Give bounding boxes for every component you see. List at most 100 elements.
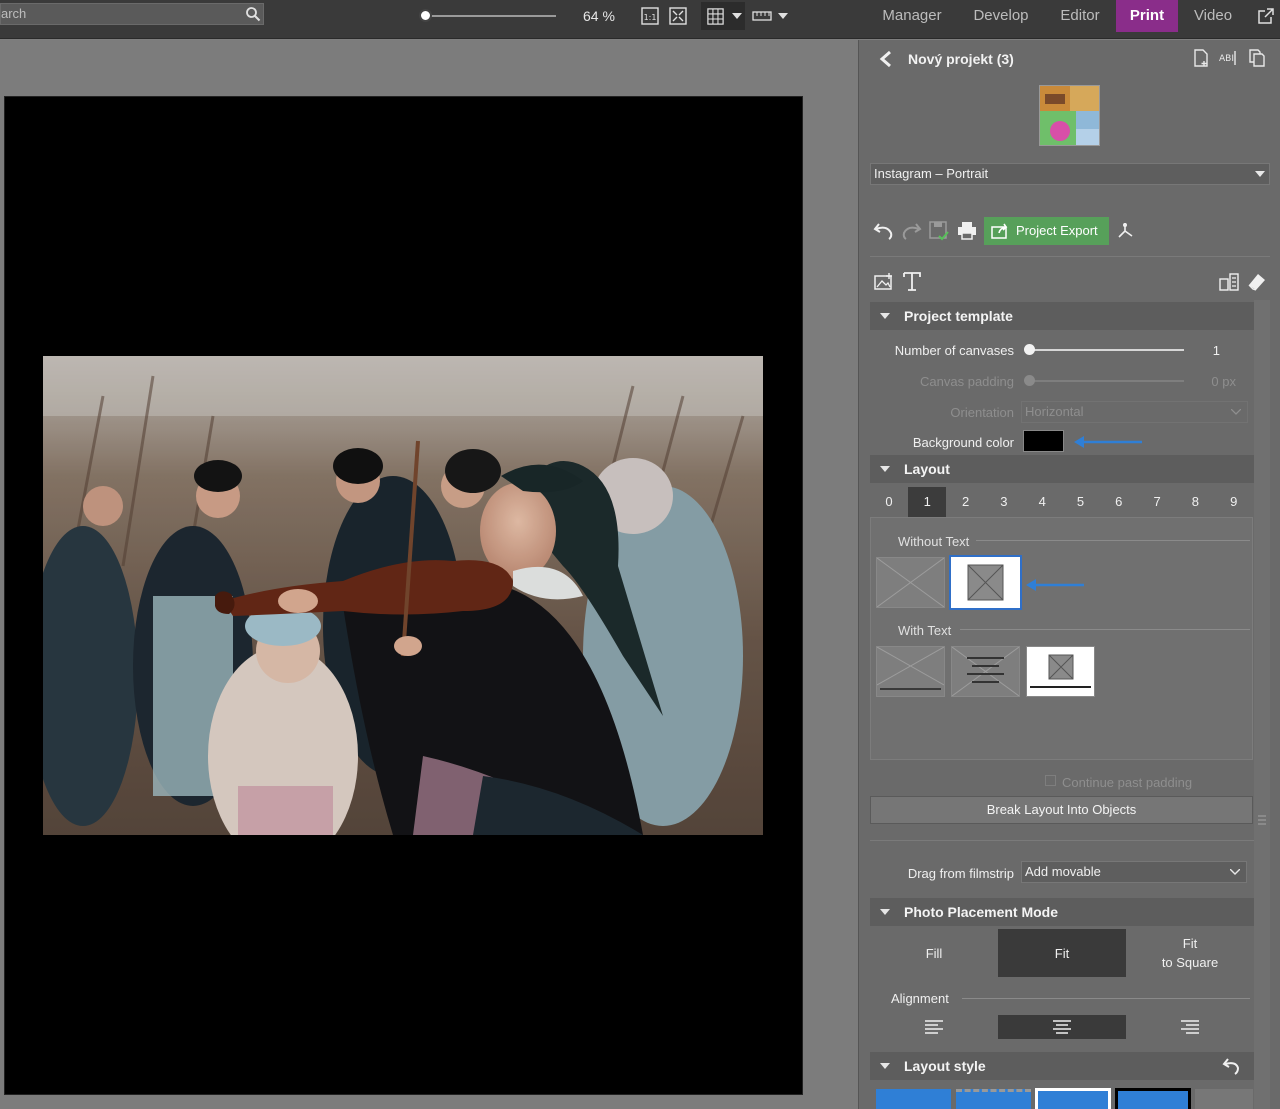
tab-video[interactable]: Video [1184,0,1242,32]
fit-square-line1: Fit [1182,936,1198,951]
save-icon[interactable] [928,220,950,242]
layout-style-swatch[interactable] [1195,1089,1253,1109]
printer-icon[interactable] [956,221,978,241]
layout-style-header[interactable]: Layout style [870,1052,1254,1080]
padding-label: Canvas padding [920,374,1014,389]
duplicate-project-icon[interactable] [1247,48,1267,68]
reset-icon[interactable] [1222,1056,1242,1076]
continue-padding-label: Continue past padding [1062,775,1193,790]
placement-mode-title: Photo Placement Mode [904,904,1059,920]
placeholder-image-icon [876,646,945,690]
chevron-down-icon [732,13,742,19]
canvases-label: Number of canvases [894,343,1014,358]
layout-option-text-only[interactable] [951,646,1020,697]
layout-count-7[interactable]: 7 [1138,487,1176,517]
layout-count-8[interactable]: 8 [1176,487,1214,517]
add-text-icon[interactable] [901,270,923,292]
actual-size-icon[interactable]: 1:1 [640,6,660,26]
layout-option-text-bottom[interactable] [876,646,945,697]
align-left-option[interactable] [870,1015,998,1039]
chevron-down-icon [1255,171,1265,177]
zoom-slider[interactable] [421,15,556,17]
placement-mode-header[interactable]: Photo Placement Mode [870,898,1254,926]
grid-icon [707,8,724,25]
layout-photo[interactable] [43,356,763,835]
padding-value: 0 px [1211,374,1236,389]
scroll-grip-icon[interactable] [1256,813,1268,827]
new-project-icon[interactable] [1191,48,1211,68]
chevron-down-icon [778,13,788,19]
layout-option-full[interactable] [876,557,945,608]
add-photo-icon[interactable] [873,272,895,292]
tab-manager[interactable]: Manager [872,0,952,32]
preset-dropdown[interactable]: Instagram – Portrait [870,163,1270,185]
layout-count-3[interactable]: 3 [985,487,1023,517]
layout-count-2[interactable]: 2 [947,487,985,517]
project-thumbnail-image [1040,86,1099,145]
share-nodes-icon[interactable] [1115,221,1137,241]
collapse-triangle-icon [880,909,890,915]
layout-style-swatch[interactable] [876,1089,951,1109]
project-export-button[interactable]: Project Export [984,217,1109,245]
undo-icon[interactable] [873,221,895,241]
arrange-icon[interactable] [1218,272,1240,292]
placeholder-image-icon [967,564,1004,601]
export-icon [991,223,1008,239]
eraser-icon[interactable] [1246,271,1268,293]
ruler-toggle[interactable] [750,2,792,30]
layout-count-9[interactable]: 9 [1215,487,1253,517]
layout-count-5[interactable]: 5 [1062,487,1100,517]
tab-develop[interactable]: Develop [962,0,1040,32]
tab-editor[interactable]: Editor [1050,0,1110,32]
chevron-down-icon [1231,409,1241,415]
layout-option-centered[interactable] [949,555,1022,610]
zoom-slider-handle[interactable] [419,9,432,22]
background-color-swatch[interactable] [1023,430,1064,452]
align-right-icon [1181,1020,1199,1034]
project-template-title: Project template [904,308,1013,324]
search-input[interactable]: arch [0,3,264,25]
placement-fill-option[interactable]: Fill [870,929,998,977]
background-color-label: Background color [912,435,1014,450]
layout-style-swatch[interactable] [1035,1088,1111,1109]
layout-count-6[interactable]: 6 [1100,487,1138,517]
divider [870,840,1270,841]
chevron-down-icon [1230,869,1240,875]
grid-toggle[interactable] [701,2,745,30]
layout-count-4[interactable]: 4 [1023,487,1061,517]
layout-header[interactable]: Layout [870,455,1254,483]
placement-fit-option[interactable]: Fit [998,929,1126,977]
preset-value: Instagram – Portrait [874,166,989,181]
align-right-option[interactable] [1126,1015,1254,1039]
layout-style-swatch[interactable] [1115,1088,1191,1109]
drag-filmstrip-dropdown[interactable]: Add movable [1021,861,1247,883]
project-template-header[interactable]: Project template [870,302,1254,330]
layout-style-title: Layout style [904,1058,986,1074]
layout-count-0[interactable]: 0 [870,487,908,517]
panel-scrollbar[interactable] [1254,300,1270,1109]
align-center-icon [1053,1020,1071,1034]
layout-style-swatch[interactable] [956,1089,1031,1109]
text-lines-icon [951,646,1020,697]
layout-count-1[interactable]: 1 [908,487,947,517]
project-thumbnail[interactable] [1039,85,1100,146]
align-center-option[interactable] [998,1015,1126,1039]
layout-option-caption[interactable] [1026,646,1095,697]
placeholder-image-icon [1030,654,1091,688]
tab-print[interactable]: Print [1116,0,1178,32]
redo-icon[interactable] [900,221,922,241]
canvases-slider-handle[interactable] [1024,344,1035,355]
project-export-label: Project Export [1016,223,1098,238]
placement-fit-square-option[interactable]: Fit to Square [1126,929,1254,977]
back-arrow-icon[interactable] [878,50,894,68]
rename-icon[interactable]: ABI [1219,48,1239,68]
orientation-label: Orientation [950,405,1014,420]
orientation-dropdown: Horizontal [1021,401,1248,423]
search-icon[interactable] [245,6,261,22]
break-layout-button[interactable]: Break Layout Into Objects [870,796,1253,824]
orientation-value: Horizontal [1025,404,1084,419]
canvases-slider[interactable] [1029,349,1184,351]
external-link-icon[interactable] [1256,6,1276,26]
fit-to-screen-icon[interactable] [668,6,688,26]
svg-text:ABI: ABI [1219,54,1234,64]
